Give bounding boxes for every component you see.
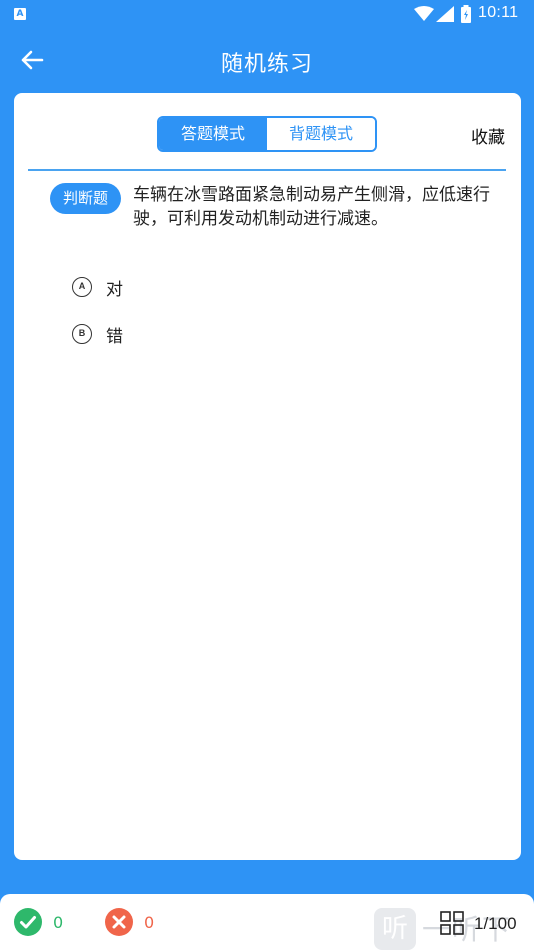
option-a-letter-icon: A (72, 277, 92, 297)
option-b-letter-icon: B (72, 324, 92, 344)
app-bar: 随机练习 (0, 30, 534, 92)
battery-icon (461, 5, 471, 23)
tab-answer-mode[interactable]: 答题模式 (159, 118, 267, 150)
question-text: 车辆在冰雪路面紧急制动易产生侧滑，应低速行驶，可利用发动机制动进行减速。 (133, 185, 490, 229)
option-a-text: 对 (106, 279, 123, 300)
wifi-icon (414, 6, 434, 21)
wrong-stat: 0 (104, 907, 154, 937)
check-circle-icon (14, 908, 42, 936)
option-b[interactable]: B 错 (72, 322, 123, 347)
cross-circle-icon (105, 908, 133, 936)
watermark-logo-icon: 听 (374, 908, 416, 950)
option-b-text: 错 (106, 326, 123, 347)
page-title: 随机练习 (220, 52, 313, 77)
grid-icon[interactable] (440, 911, 464, 935)
mode-toggle: 答题模式 背题模式 (157, 116, 377, 152)
question-progress[interactable]: 1/100 (474, 914, 517, 934)
divider (28, 169, 506, 171)
wrong-count: 0 (144, 912, 155, 932)
question-card: 答题模式 背题模式 收藏 判断题 车辆在冰雪路面紧急制动易产生侧滑，应低速行驶，… (14, 93, 521, 860)
status-time: 10:11 (478, 4, 519, 21)
favorite-button[interactable]: 收藏 (471, 123, 505, 148)
tab-memorize-mode[interactable]: 背题模式 (267, 118, 375, 150)
signal-icon (436, 6, 454, 22)
correct-stat: 0 (13, 907, 63, 937)
option-a[interactable]: A 对 (72, 275, 123, 300)
bottom-bar: 0 0 听 一听下载 1/100 (0, 894, 534, 950)
question-type-badge: 判断题 (50, 183, 121, 214)
status-bar: A 10:11 (0, 0, 534, 30)
app-notification-icon: A (14, 8, 26, 20)
correct-count: 0 (53, 912, 64, 932)
